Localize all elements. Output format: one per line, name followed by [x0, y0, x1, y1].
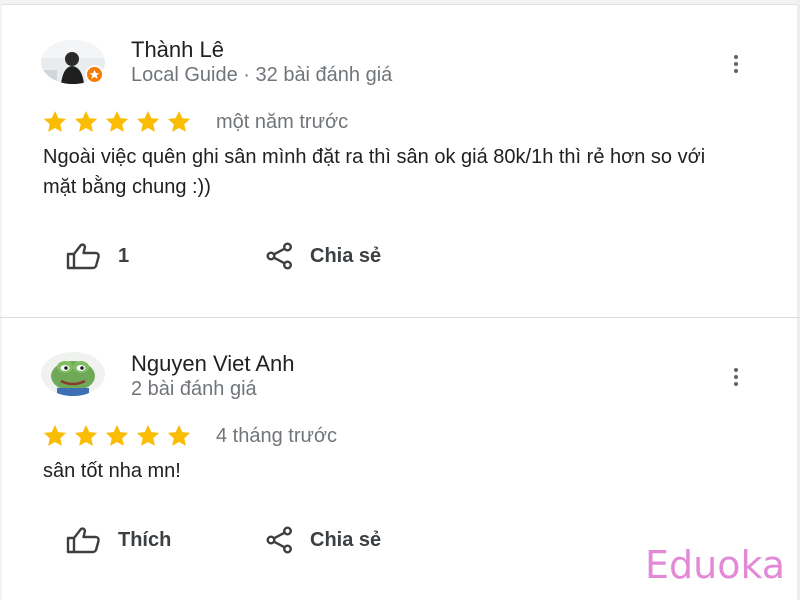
- more-vertical-icon[interactable]: [727, 51, 745, 77]
- review-card: Thành Lê Local Guide · 32 bài đánh giá m…: [0, 0, 800, 317]
- share-button[interactable]: Chia sẻ: [266, 242, 381, 270]
- star-icon: [74, 110, 98, 132]
- star-icon: [105, 110, 129, 132]
- reviewer-name[interactable]: Nguyen Viet Anh: [131, 351, 295, 377]
- star-icon: [167, 424, 191, 446]
- watermark-logo: Eduoka: [645, 543, 786, 587]
- reviewer-avatar[interactable]: [41, 352, 105, 396]
- frog-cartoon-avatar: [41, 352, 105, 396]
- reviewer-name[interactable]: Thành Lê: [131, 37, 224, 63]
- thumbs-up-icon: [66, 527, 100, 554]
- share-label: Chia sẻ: [310, 244, 382, 267]
- share-button[interactable]: Chia sẻ: [266, 526, 381, 554]
- review-text: sân tốt nha mn!: [43, 460, 181, 482]
- star-icon: [43, 424, 67, 446]
- star-icon: [136, 424, 160, 446]
- star-icon: [105, 424, 129, 446]
- star-rating: [41, 109, 193, 135]
- like-button[interactable]: Thích: [66, 526, 171, 554]
- like-count: 1: [118, 244, 130, 267]
- share-label: Chia sẻ: [310, 528, 382, 551]
- review-text: Ngoài việc quên ghi sân mình đặt ra thì …: [43, 146, 706, 198]
- star-icon: [43, 110, 67, 132]
- reviewer-avatar[interactable]: [41, 40, 105, 84]
- local-guide-badge-icon: [85, 65, 104, 84]
- reviewer-meta[interactable]: 2 bài đánh giá: [131, 378, 257, 401]
- reviewer-meta[interactable]: Local Guide · 32 bài đánh giá: [131, 64, 392, 87]
- more-vertical-icon[interactable]: [727, 364, 745, 390]
- star-icon: [167, 110, 191, 132]
- share-icon: [266, 526, 293, 554]
- star-rating: [41, 423, 193, 449]
- review-time: một năm trước: [216, 111, 349, 133]
- like-label: Thích: [118, 528, 172, 551]
- thumbs-up-icon: [66, 243, 100, 270]
- share-icon: [266, 242, 293, 270]
- star-icon: [74, 424, 98, 446]
- like-button[interactable]: 1: [66, 242, 129, 270]
- review-time: 4 tháng trước: [216, 425, 338, 447]
- star-icon: [136, 110, 160, 132]
